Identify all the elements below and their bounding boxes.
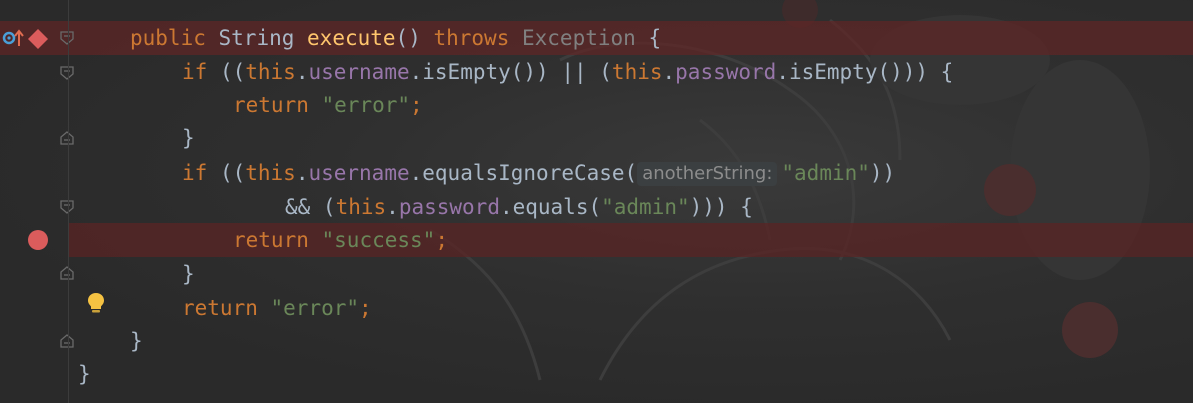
code-token[interactable]: .isEmpty()) || (: [410, 60, 612, 84]
code-token[interactable]: .: [663, 60, 676, 84]
keyword-token[interactable]: this: [612, 60, 663, 84]
string-literal-token[interactable]: "success": [322, 228, 436, 252]
code-token[interactable]: }: [182, 262, 195, 286]
fold-open-icon[interactable]: [60, 200, 74, 214]
code-line[interactable]: public String execute() throws Exception…: [130, 21, 661, 55]
field-token[interactable]: password: [675, 60, 776, 84]
code-token[interactable]: .equalsIgnoreCase(: [410, 161, 638, 185]
editor-gutter[interactable]: [0, 0, 104, 403]
override-indicator-icon[interactable]: [2, 28, 24, 48]
keyword-token[interactable]: if: [182, 161, 220, 185]
code-line[interactable]: return "success";: [233, 223, 448, 257]
field-token[interactable]: password: [399, 195, 500, 219]
code-token[interactable]: }: [130, 329, 143, 353]
code-token[interactable]: }: [182, 126, 195, 150]
code-token[interactable]: ((: [220, 60, 245, 84]
fold-close-icon[interactable]: [60, 334, 74, 348]
code-token[interactable]: && (: [285, 195, 336, 219]
code-line[interactable]: && (this.password.equals("admin"))) {: [285, 190, 753, 224]
keyword-token[interactable]: ;: [410, 93, 423, 117]
method-breakpoint-icon[interactable]: [27, 28, 49, 50]
code-line[interactable]: return "error";: [233, 88, 423, 122]
keyword-token[interactable]: ;: [359, 296, 372, 320]
keyword-token[interactable]: this: [245, 161, 296, 185]
code-token[interactable]: )): [870, 161, 895, 185]
keyword-token[interactable]: this: [245, 60, 296, 84]
code-line[interactable]: }: [182, 121, 195, 155]
code-line[interactable]: }: [182, 257, 195, 291]
keyword-token[interactable]: throws: [433, 26, 522, 50]
fold-close-icon[interactable]: [60, 131, 74, 145]
code-token[interactable]: .: [296, 161, 309, 185]
string-literal-token[interactable]: "admin": [781, 161, 870, 185]
method-name-token[interactable]: execute: [307, 26, 396, 50]
keyword-token[interactable]: return: [233, 93, 322, 117]
keyword-token[interactable]: public: [130, 26, 219, 50]
code-line[interactable]: return "error";: [182, 291, 372, 325]
fold-close-icon[interactable]: [60, 266, 74, 280]
code-token[interactable]: .: [296, 60, 309, 84]
field-token[interactable]: username: [308, 161, 409, 185]
lightbulb-icon[interactable]: [86, 291, 106, 315]
breakpoint-icon[interactable]: [27, 229, 49, 251]
code-token[interactable]: String: [219, 26, 308, 50]
code-token[interactable]: .isEmpty())) {: [776, 60, 953, 84]
code-token[interactable]: ((: [220, 161, 245, 185]
code-token[interactable]: {: [636, 26, 661, 50]
field-token[interactable]: username: [308, 60, 409, 84]
code-token[interactable]: .equals(: [500, 195, 601, 219]
keyword-token[interactable]: ;: [435, 228, 448, 252]
exception-type-token[interactable]: Exception: [522, 26, 636, 50]
keyword-token[interactable]: if: [182, 60, 220, 84]
code-token[interactable]: .: [386, 195, 399, 219]
string-literal-token[interactable]: "error": [271, 296, 360, 320]
keyword-token[interactable]: this: [336, 195, 387, 219]
code-token[interactable]: ))) {: [690, 195, 753, 219]
string-literal-token[interactable]: "error": [322, 93, 411, 117]
fold-open-icon[interactable]: [60, 31, 74, 45]
gutter-divider: [68, 0, 69, 403]
code-editor[interactable]: public String execute() throws Exception…: [0, 0, 1193, 403]
code-token[interactable]: (): [396, 26, 434, 50]
code-token[interactable]: }: [78, 362, 91, 386]
code-line[interactable]: if ((this.username.isEmpty()) || (this.p…: [182, 55, 953, 89]
code-line[interactable]: }: [130, 324, 143, 358]
code-line[interactable]: }: [78, 357, 91, 391]
keyword-token[interactable]: return: [182, 296, 271, 320]
code-line[interactable]: if ((this.username.equalsIgnoreCase(anot…: [182, 156, 895, 190]
string-literal-token[interactable]: "admin": [601, 195, 690, 219]
keyword-token[interactable]: return: [233, 228, 322, 252]
fold-open-icon[interactable]: [60, 66, 74, 80]
parameter-hint: anotherString:: [637, 162, 778, 186]
